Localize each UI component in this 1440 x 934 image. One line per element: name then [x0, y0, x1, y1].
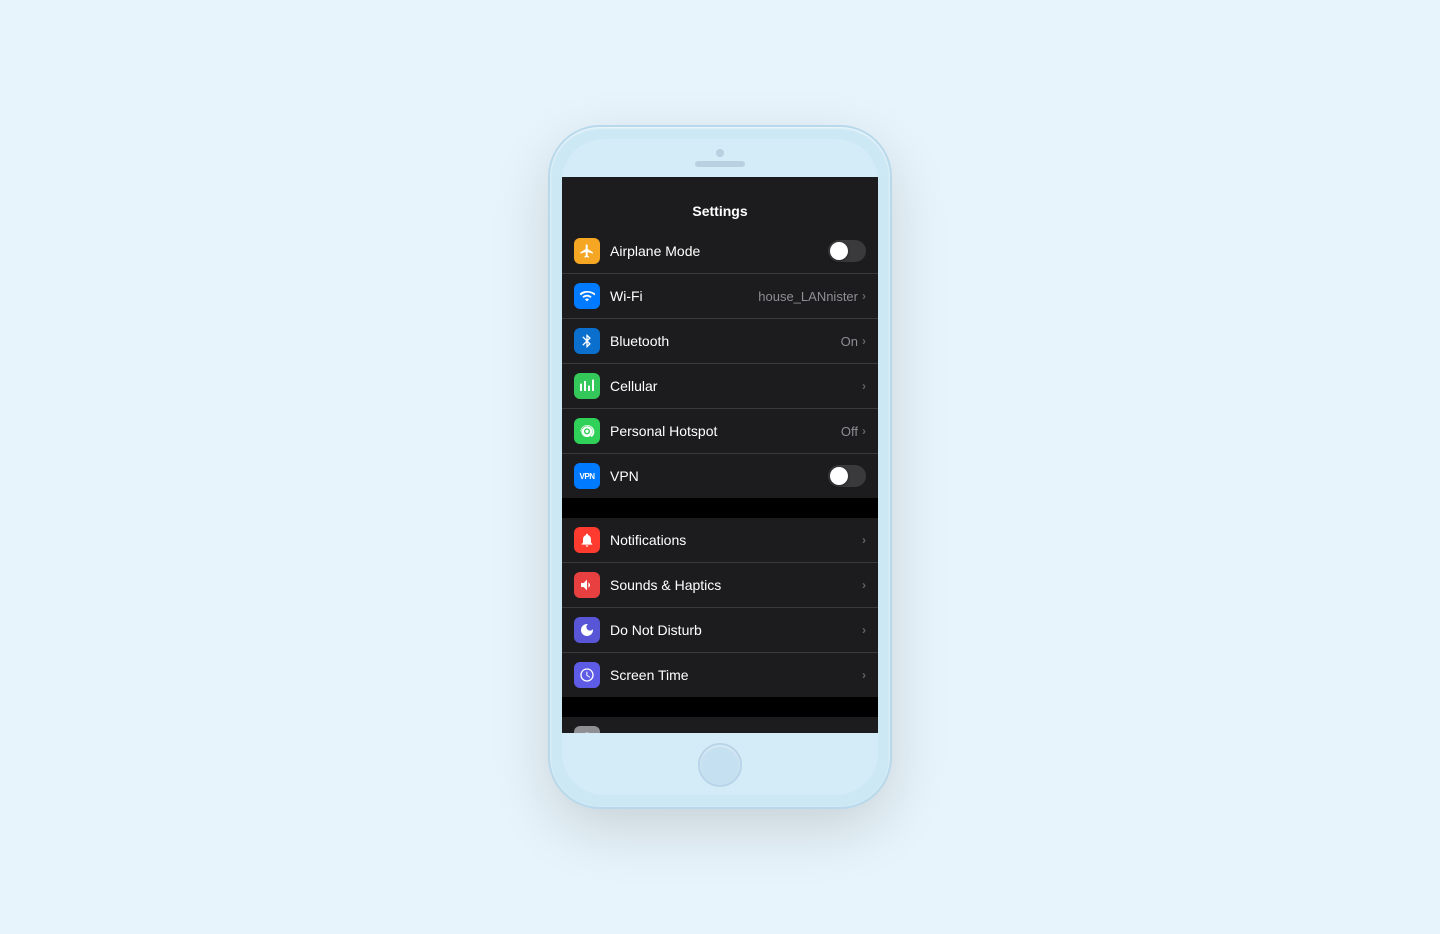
screentime-icon	[579, 667, 595, 683]
do-not-disturb-label: Do Not Disturb	[610, 622, 862, 638]
cellular-chevron: ›	[862, 379, 866, 393]
row-general[interactable]: General ›	[562, 717, 878, 733]
row-screen-time[interactable]: Screen Time ›	[562, 653, 878, 697]
general-label: General	[610, 731, 862, 733]
hotspot-icon	[579, 423, 595, 439]
nav-title: Settings	[562, 197, 878, 229]
status-bar	[562, 177, 878, 197]
row-airplane-mode[interactable]: Airplane Mode	[562, 229, 878, 274]
notifications-chevron: ›	[862, 533, 866, 547]
row-sounds-haptics[interactable]: Sounds & Haptics ›	[562, 563, 878, 608]
vpn-toggle-knob	[830, 467, 848, 485]
row-do-not-disturb[interactable]: Do Not Disturb ›	[562, 608, 878, 653]
bluetooth-chevron: ›	[862, 334, 866, 348]
row-notifications[interactable]: Notifications ›	[562, 518, 878, 563]
phone-inner: Settings Airplane Mode	[562, 139, 878, 795]
vpn-toggle[interactable]	[828, 465, 866, 487]
gear-icon-wrap	[574, 726, 600, 733]
dnd-chevron: ›	[862, 623, 866, 637]
airplane-icon-wrap	[574, 238, 600, 264]
hotspot-label: Personal Hotspot	[610, 423, 841, 439]
airplane-icon	[579, 243, 595, 259]
airplane-mode-label: Airplane Mode	[610, 243, 828, 259]
hotspot-chevron: ›	[862, 424, 866, 438]
screen: Settings Airplane Mode	[562, 177, 878, 733]
bluetooth-icon	[579, 333, 595, 349]
wifi-chevron: ›	[862, 289, 866, 303]
bluetooth-icon-wrap	[574, 328, 600, 354]
cellular-label: Cellular	[610, 378, 862, 394]
bluetooth-label: Bluetooth	[610, 333, 841, 349]
sounds-haptics-label: Sounds & Haptics	[610, 577, 862, 593]
home-button[interactable]	[698, 743, 742, 787]
screentime-chevron: ›	[862, 668, 866, 682]
section-divider-2	[562, 697, 878, 717]
moon-icon-wrap	[574, 617, 600, 643]
cellular-icon-wrap	[574, 373, 600, 399]
speaker	[695, 161, 745, 167]
phone-frame: Settings Airplane Mode	[550, 127, 890, 807]
row-wifi[interactable]: Wi-Fi house_LANnister ›	[562, 274, 878, 319]
airplane-mode-toggle[interactable]	[828, 240, 866, 262]
section-general: General › Control	[562, 717, 878, 733]
hotspot-value: Off	[841, 424, 858, 439]
airplane-toggle-knob	[830, 242, 848, 260]
vpn-label: VPN	[610, 468, 828, 484]
row-cellular[interactable]: Cellular ›	[562, 364, 878, 409]
settings-title: Settings	[692, 203, 747, 219]
sounds-chevron: ›	[862, 578, 866, 592]
notifications-label: Notifications	[610, 532, 862, 548]
row-bluetooth[interactable]: Bluetooth On ›	[562, 319, 878, 364]
moon-icon	[579, 622, 595, 638]
sounds-icon-wrap	[574, 572, 600, 598]
phone-top	[562, 139, 878, 167]
gear-icon	[579, 731, 595, 733]
screentime-icon-wrap	[574, 662, 600, 688]
general-chevron: ›	[862, 732, 866, 733]
wifi-label: Wi-Fi	[610, 288, 758, 304]
settings-list[interactable]: Airplane Mode Wi-Fi house_LA	[562, 229, 878, 733]
sounds-icon	[579, 577, 595, 593]
vpn-icon-wrap: VPN	[574, 463, 600, 489]
vpn-text: VPN	[580, 472, 595, 481]
notifications-icon-wrap	[574, 527, 600, 553]
row-vpn[interactable]: VPN VPN	[562, 454, 878, 498]
cellular-icon	[579, 378, 595, 394]
section-connectivity: Airplane Mode Wi-Fi house_LA	[562, 229, 878, 498]
notifications-icon	[579, 532, 595, 548]
section-divider-1	[562, 498, 878, 518]
screen-time-label: Screen Time	[610, 667, 862, 683]
row-personal-hotspot[interactable]: Personal Hotspot Off ›	[562, 409, 878, 454]
wifi-icon	[579, 288, 595, 304]
bluetooth-value: On	[841, 334, 858, 349]
wifi-value: house_LANnister	[758, 289, 858, 304]
section-system: Notifications › Sounds & Haptics ›	[562, 518, 878, 697]
camera-dot	[716, 149, 724, 157]
wifi-icon-wrap	[574, 283, 600, 309]
hotspot-icon-wrap	[574, 418, 600, 444]
